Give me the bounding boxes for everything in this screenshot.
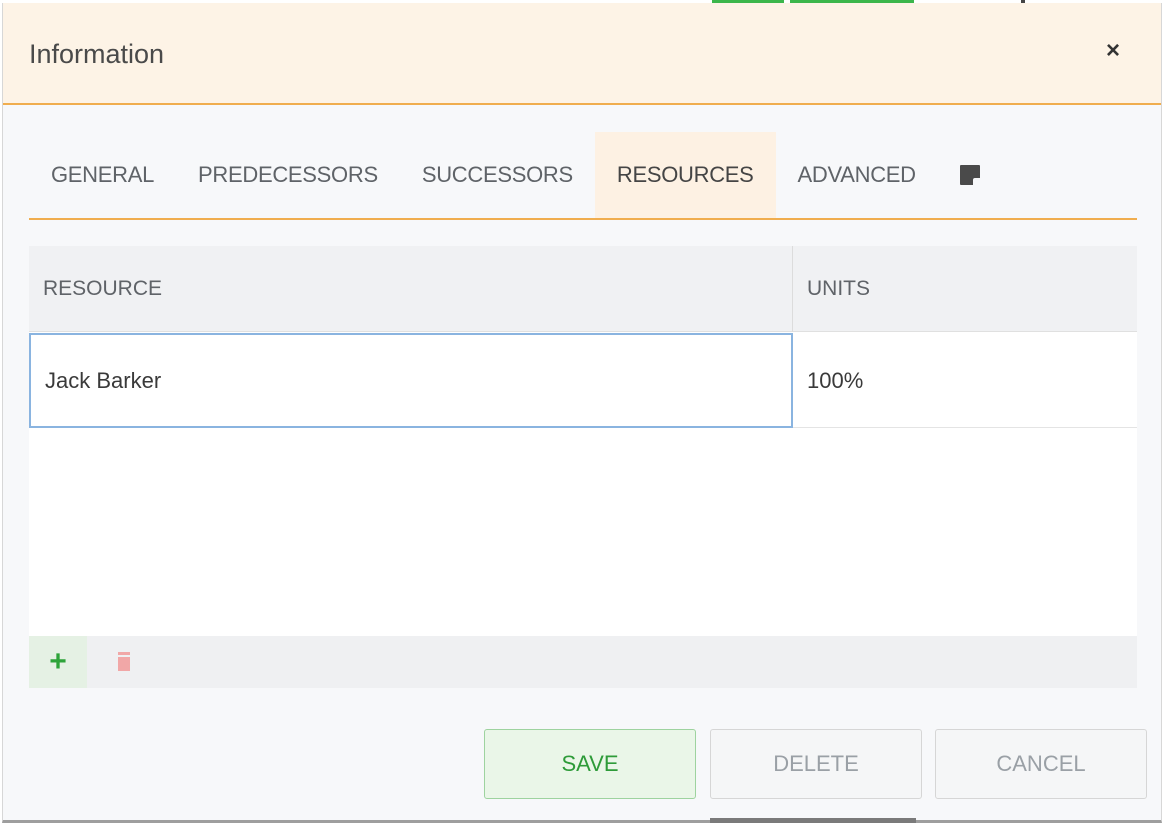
trash-body bbox=[118, 657, 130, 671]
delete-button[interactable]: DELETE bbox=[710, 729, 922, 799]
tab-bar: GENERAL PREDECESSORS SUCCESSORS RESOURCE… bbox=[29, 132, 1137, 220]
grid-toolbar: + bbox=[29, 636, 1137, 688]
note-icon bbox=[959, 165, 980, 185]
close-icon[interactable]: × bbox=[1101, 39, 1125, 63]
tab-successors[interactable]: SUCCESSORS bbox=[400, 132, 595, 218]
information-dialog: Information × GENERAL PREDECESSORS SUCCE… bbox=[2, 3, 1162, 823]
tab-predecessors[interactable]: PREDECESSORS bbox=[176, 132, 400, 218]
column-header-units[interactable]: UNITS bbox=[793, 246, 1137, 332]
dialog-title: Information bbox=[29, 39, 165, 69]
tab-general[interactable]: GENERAL bbox=[29, 132, 176, 218]
table-row[interactable]: Jack Barker 100% bbox=[29, 333, 1137, 428]
background-bar bbox=[710, 818, 916, 823]
grid-header: RESOURCE UNITS bbox=[29, 246, 1137, 332]
resource-cell[interactable]: Jack Barker bbox=[29, 333, 793, 428]
cancel-button[interactable]: CANCEL bbox=[935, 729, 1147, 799]
resources-grid: RESOURCE UNITS Jack Barker 100% + bbox=[29, 246, 1137, 688]
tab-notes[interactable] bbox=[938, 132, 1002, 218]
save-button[interactable]: SAVE bbox=[484, 729, 696, 799]
tab-advanced[interactable]: ADVANCED bbox=[776, 132, 938, 218]
column-header-resource[interactable]: RESOURCE bbox=[29, 246, 793, 332]
trash-icon[interactable] bbox=[115, 652, 133, 672]
dialog-header: Information × bbox=[3, 3, 1161, 105]
units-cell[interactable]: 100% bbox=[793, 333, 1137, 428]
plus-icon[interactable]: + bbox=[29, 636, 87, 688]
trash-lid bbox=[118, 652, 130, 655]
tab-resources[interactable]: RESOURCES bbox=[594, 132, 776, 218]
